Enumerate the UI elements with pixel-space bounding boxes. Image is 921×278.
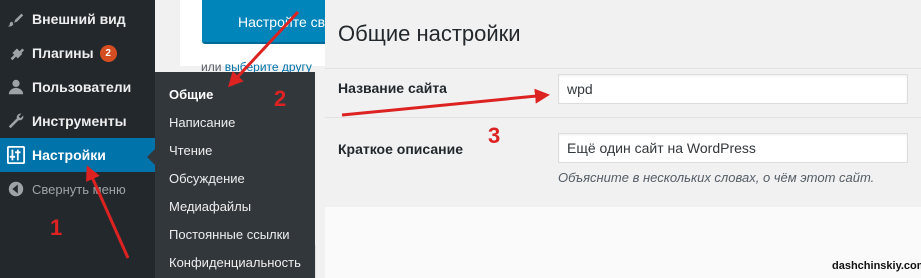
submenu-item-reading[interactable]: Чтение <box>169 143 212 158</box>
menu-item-plugins[interactable]: Плагины 2 <box>0 36 155 70</box>
tagline-description: Объясните в нескольких словах, о чём это… <box>558 170 875 185</box>
customize-site-button[interactable]: Настройте св <box>202 0 328 44</box>
submenu-item-media[interactable]: Медиафайлы <box>169 199 251 214</box>
settings-submenu: Общие Написание Чтение Обсуждение Медиаф… <box>155 72 315 278</box>
annotation-step-2: 2 <box>274 86 287 111</box>
menu-item-settings[interactable]: Настройки <box>0 138 155 172</box>
collapse-icon <box>6 179 26 199</box>
submenu-item-general[interactable]: Общие <box>169 87 213 102</box>
page-title: Общие настройки <box>338 21 521 46</box>
annotation-step-1: 1 <box>50 215 63 240</box>
general-settings-panel: Общие настройки Название сайта Краткое о… <box>325 0 921 207</box>
collapse-menu-button[interactable]: Свернуть меню <box>0 172 155 206</box>
menu-item-tools[interactable]: Инструменты <box>0 104 155 138</box>
submenu-item-permalinks[interactable]: Постоянные ссылки <box>169 227 290 242</box>
update-count-badge: 2 <box>99 44 117 62</box>
submenu-item-privacy[interactable]: Конфиденциальность <box>169 255 301 270</box>
menu-item-label: Внешний вид <box>32 11 126 27</box>
user-icon <box>6 77 26 97</box>
paintbrush-icon <box>6 9 26 29</box>
tagline-label: Краткое описание <box>338 141 463 157</box>
menu-item-label: Настройки <box>32 147 106 163</box>
divider <box>325 68 921 69</box>
active-menu-pointer <box>147 149 155 165</box>
menu-item-label: Плагины <box>32 45 94 61</box>
menu-item-users[interactable]: Пользователи <box>0 70 155 104</box>
plug-icon <box>6 43 26 63</box>
watermark: dashchinskiy.com <box>832 260 921 272</box>
submenu-item-writing[interactable]: Написание <box>169 115 235 130</box>
annotation-step-3: 3 <box>488 123 501 148</box>
wrench-icon <box>6 111 26 131</box>
site-title-label: Название сайта <box>338 80 447 96</box>
divider <box>325 117 921 118</box>
menu-item-label: Свернуть меню <box>32 181 126 197</box>
menu-item-appearance[interactable]: Внешний вид <box>0 2 155 36</box>
admin-menu: Внешний вид Плагины 2 Пользователи Инстр… <box>0 0 155 278</box>
menu-item-label: Пользователи <box>32 79 132 95</box>
site-title-input[interactable] <box>558 74 908 104</box>
submenu-item-discussion[interactable]: Обсуждение <box>169 171 245 186</box>
settings-icon <box>6 145 26 165</box>
tagline-input[interactable] <box>558 133 908 163</box>
menu-item-label: Инструменты <box>32 113 127 129</box>
